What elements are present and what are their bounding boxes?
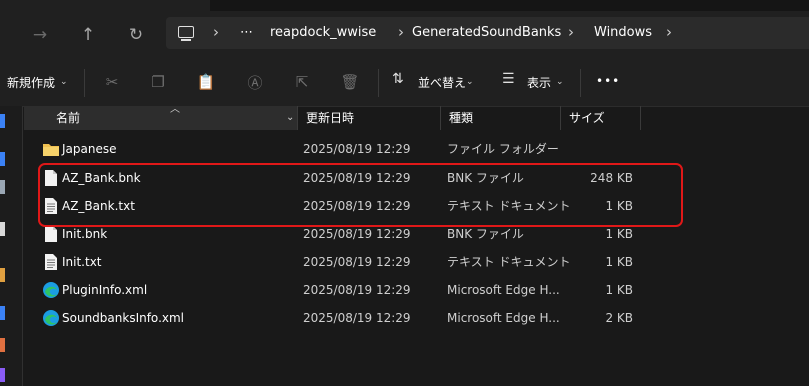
sort-button[interactable]: 並べ替え xyxy=(418,74,466,91)
share-icon[interactable]: ⇱ xyxy=(292,72,312,92)
nav-item-icon[interactable] xyxy=(0,368,5,382)
file-type: ファイル フォルダー xyxy=(447,142,559,156)
file-name: Init.txt xyxy=(62,255,102,269)
file-icon xyxy=(45,226,57,242)
file-date: 2025/08/19 12:29 xyxy=(303,311,411,325)
column-header-row: 名前 ︿ ⌄ 更新日時 種類 サイズ xyxy=(22,104,809,130)
refresh-icon[interactable]: ↻ xyxy=(124,23,148,47)
file-size xyxy=(562,135,633,163)
file-size: 2 KB xyxy=(605,311,633,325)
chevron-right-icon: › xyxy=(213,23,219,41)
chevron-right-icon: › xyxy=(666,23,672,41)
file-row-japanese[interactable]: Japanese 2025/08/19 12:29 ファイル フォルダー xyxy=(32,135,652,163)
navigation-pane[interactable] xyxy=(0,106,23,386)
nav-item-icon[interactable] xyxy=(0,268,5,282)
column-date[interactable]: 更新日時 xyxy=(298,106,441,130)
column-type[interactable]: 種類 xyxy=(441,106,561,130)
breadcrumb-windows[interactable]: Windows xyxy=(594,17,652,49)
file-name: Japanese xyxy=(62,142,117,156)
paste-icon[interactable]: 📋 xyxy=(196,72,216,92)
cut-icon[interactable]: ✂ xyxy=(102,72,122,92)
delete-icon[interactable]: 🗑 xyxy=(340,72,360,92)
highlight-annotation xyxy=(38,163,683,227)
nav-item-icon[interactable] xyxy=(0,306,5,320)
folder-icon xyxy=(43,144,59,156)
rename-icon[interactable]: Ⓐ xyxy=(245,72,265,92)
new-button[interactable]: 新規作成 xyxy=(7,74,55,91)
command-bar: 新規作成 ⌄ ✂ ❐ 📋 Ⓐ ⇱ 🗑 ⇅ 並べ替え ⌄ ☰ 表示 ⌄ ••• xyxy=(0,60,809,107)
file-size: 1 KB xyxy=(605,255,633,269)
chevron-down-icon[interactable]: ⌄ xyxy=(556,77,564,87)
view-button[interactable]: 表示 xyxy=(527,74,551,91)
nav-item-icon[interactable] xyxy=(0,338,5,352)
nav-item-icon[interactable] xyxy=(0,152,5,166)
column-date-label: 更新日時 xyxy=(306,111,355,125)
text-file-icon xyxy=(45,254,57,270)
breadcrumb-generatedsoundbanks[interactable]: GeneratedSoundBanks xyxy=(412,17,561,49)
column-size-label: サイズ xyxy=(569,111,605,125)
view-icon[interactable]: ☰ xyxy=(502,71,515,87)
chevron-right-icon: › xyxy=(568,23,574,41)
file-date: 2025/08/19 12:29 xyxy=(303,255,411,269)
title-strip xyxy=(210,0,809,11)
address-bar[interactable]: › ⋯ reapdock_wwise › GeneratedSoundBanks… xyxy=(166,17,809,49)
forward-icon[interactable]: → xyxy=(28,23,52,47)
nav-item-icon[interactable] xyxy=(0,114,5,128)
file-date: 2025/08/19 12:29 xyxy=(303,142,411,156)
up-icon[interactable]: ↑ xyxy=(76,23,100,47)
navigation-bar: → ↑ ↻ › ⋯ reapdock_wwise › GeneratedSoun… xyxy=(0,0,809,60)
file-row-soundbanksinfo-xml[interactable]: SoundbanksInfo.xml 2025/08/19 12:29 Micr… xyxy=(32,304,652,332)
file-date: 2025/08/19 12:29 xyxy=(303,283,411,297)
chevron-down-icon[interactable]: ⌄ xyxy=(466,77,474,87)
copy-icon[interactable]: ❐ xyxy=(148,72,168,92)
file-type: テキスト ドキュメント xyxy=(447,255,571,269)
nav-item-icon[interactable] xyxy=(0,180,5,194)
computer-stand-icon xyxy=(181,39,191,41)
file-type: Microsoft Edge H... xyxy=(447,311,560,325)
sort-icon[interactable]: ⇅ xyxy=(392,71,404,87)
breadcrumb-more[interactable]: ⋯ xyxy=(240,17,253,49)
file-name: PluginInfo.xml xyxy=(62,283,148,297)
more-options-icon[interactable]: ••• xyxy=(596,74,620,88)
sort-ascending-icon: ︿ xyxy=(170,104,180,115)
file-size: 1 KB xyxy=(605,283,633,297)
column-size[interactable]: サイズ xyxy=(561,106,641,130)
file-row-init-txt[interactable]: Init.txt 2025/08/19 12:29 テキスト ドキュメント 1 … xyxy=(32,248,652,276)
divider xyxy=(378,69,379,97)
file-row-plugininfo-xml[interactable]: PluginInfo.xml 2025/08/19 12:29 Microsof… xyxy=(32,276,652,304)
chevron-down-icon[interactable]: ⌄ xyxy=(286,106,294,130)
file-name: SoundbanksInfo.xml xyxy=(62,311,185,325)
chevron-down-icon[interactable]: ⌄ xyxy=(60,77,68,87)
column-type-label: 種類 xyxy=(449,111,474,125)
divider xyxy=(84,69,85,97)
chevron-right-icon: › xyxy=(398,23,404,41)
file-type: Microsoft Edge H... xyxy=(447,283,560,297)
column-name-label: 名前 xyxy=(56,111,81,125)
divider xyxy=(580,69,581,97)
computer-icon xyxy=(178,26,194,38)
edge-icon xyxy=(43,310,59,326)
edge-icon xyxy=(43,282,59,298)
nav-item-icon[interactable] xyxy=(0,222,5,236)
column-name[interactable]: 名前 ︿ ⌄ xyxy=(24,104,298,130)
breadcrumb-reapdock-wwise[interactable]: reapdock_wwise xyxy=(270,17,376,49)
